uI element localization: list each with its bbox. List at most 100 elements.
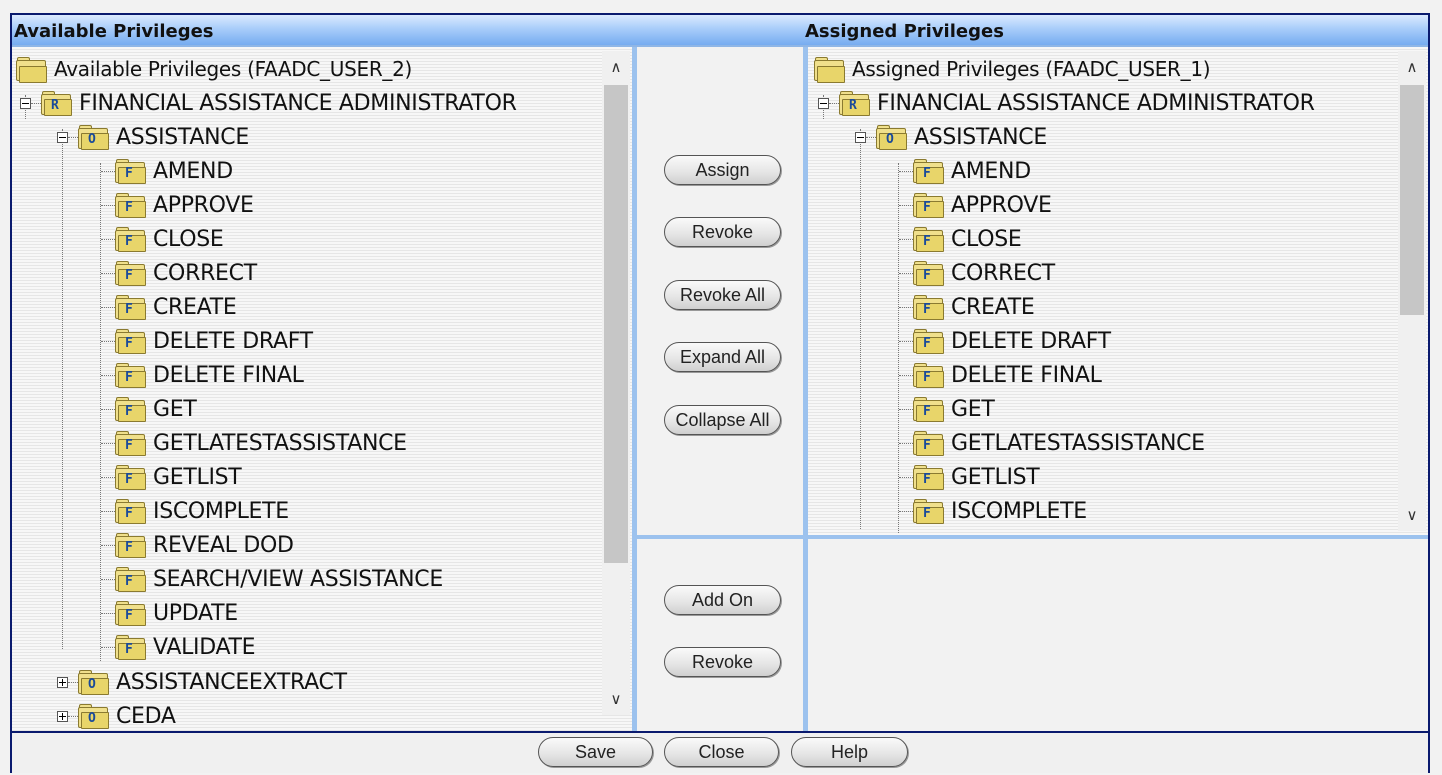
tree-function-node[interactable]: F VALIDATE [101, 630, 256, 664]
tree-function-node[interactable]: F SEARCH/VIEW ASSISTANCE [101, 562, 443, 596]
tree-object-node[interactable]: O ASSISTANCE [57, 120, 249, 154]
tree-object-node[interactable]: O CEDA [57, 699, 176, 731]
help-button[interactable]: Help [791, 737, 908, 767]
tree-function-node[interactable]: F CREATE [101, 290, 237, 324]
assigned-tree[interactable]: Assigned Privileges (FAADC_USER_1) R FIN… [810, 51, 1398, 533]
tree-function-node[interactable]: F CORRECT [899, 256, 1055, 290]
revoke-all-button[interactable]: Revoke All [664, 280, 781, 310]
scrollbar-thumb[interactable] [1400, 85, 1424, 315]
tree-function-node[interactable]: F GETLIST [101, 460, 242, 494]
right-divider [803, 47, 808, 731]
collapse-icon[interactable] [57, 131, 68, 143]
save-button[interactable]: Save [538, 737, 653, 767]
tree-function-node[interactable]: F ISCOMPLETE [899, 494, 1087, 528]
tree-connector [31, 102, 41, 104]
collapse-icon[interactable] [20, 97, 31, 109]
function-label: DELETE DRAFT [153, 328, 313, 354]
function-folder-icon: F [115, 533, 146, 558]
tree-function-node[interactable]: F DELETE DRAFT [101, 324, 313, 358]
function-label: REVEAL DOD [153, 532, 294, 558]
left-divider [632, 47, 637, 731]
revoke-button[interactable]: Revoke [664, 217, 781, 247]
tree-connector [101, 340, 115, 342]
scroll-down-icon[interactable]: ∨ [1398, 503, 1426, 527]
tree-function-node[interactable]: F CREATE [899, 290, 1035, 324]
tree-connector [101, 204, 115, 206]
function-folder-icon: F [115, 499, 146, 524]
function-label: ISCOMPLETE [951, 498, 1087, 524]
tree-connector [101, 476, 115, 478]
tree-function-node[interactable]: F GET [899, 392, 995, 426]
tree-connector [101, 612, 115, 614]
tree-function-node[interactable]: F APPROVE [101, 188, 254, 222]
tree-function-node[interactable]: F CLOSE [899, 222, 1022, 256]
expand-all-button[interactable]: Expand All [664, 342, 781, 372]
tree-role-node[interactable]: R FINANCIAL ASSISTANCE ADMINISTRATOR [20, 86, 517, 120]
function-label: AMEND [153, 158, 233, 184]
function-folder-icon: F [913, 363, 944, 388]
collapse-icon[interactable] [818, 97, 829, 109]
tree-function-node[interactable]: F AMEND [899, 154, 1031, 188]
tree-function-node[interactable]: F REVEAL DOD [101, 528, 294, 562]
tree-function-node[interactable]: F DELETE FINAL [899, 358, 1102, 392]
role-label: FINANCIAL ASSISTANCE ADMINISTRATOR [877, 90, 1315, 116]
tree-root[interactable]: Available Privileges (FAADC_USER_2) [16, 52, 412, 86]
function-label: CORRECT [153, 260, 257, 286]
function-label: CORRECT [951, 260, 1055, 286]
open-folder-icon [814, 57, 845, 83]
add-on-button[interactable]: Add On [664, 585, 781, 615]
tree-connector [68, 681, 78, 683]
close-button[interactable]: Close [664, 737, 779, 767]
tree-root-label: Available Privileges (FAADC_USER_2) [54, 57, 413, 81]
tree-function-node[interactable]: F CLOSE [101, 222, 224, 256]
object-folder-icon: O [78, 125, 109, 150]
function-label: DELETE DRAFT [951, 328, 1111, 354]
tree-function-node[interactable]: F GET [101, 392, 197, 426]
scrollbar-thumb[interactable] [604, 85, 628, 563]
function-label: VALIDATE [153, 634, 256, 660]
scroll-up-icon[interactable]: ∧ [602, 55, 630, 79]
tree-function-node[interactable]: F ISCOMPLETE [101, 494, 289, 528]
tree-connector [860, 129, 861, 529]
tree-function-node[interactable]: F GETLATESTASSISTANCE [899, 426, 1205, 460]
available-tree[interactable]: Available Privileges (FAADC_USER_2) R FI… [12, 51, 602, 731]
collapse-all-button[interactable]: Collapse All [664, 405, 781, 435]
expand-icon[interactable] [57, 710, 68, 722]
tree-connector [899, 272, 913, 274]
role-folder-icon: R [839, 91, 870, 116]
tree-function-node[interactable]: F GETLATESTASSISTANCE [101, 426, 407, 460]
function-folder-icon: F [115, 635, 146, 660]
tree-object-node[interactable]: O ASSISTANCE [855, 120, 1047, 154]
tree-function-node[interactable]: F CORRECT [101, 256, 257, 290]
tree-function-node[interactable]: F DELETE DRAFT [899, 324, 1111, 358]
object-folder-icon: O [876, 125, 907, 150]
tree-function-node[interactable]: F AMEND [101, 154, 233, 188]
scroll-down-icon[interactable]: ∨ [602, 687, 630, 711]
available-privileges-title: Available Privileges [14, 21, 214, 42]
function-label: GET [153, 396, 197, 422]
tree-function-node[interactable]: F GETLIST [899, 460, 1040, 494]
revoke-add-on-button[interactable]: Revoke [664, 647, 781, 677]
tree-object-node[interactable]: O ASSISTANCEEXTRACT [57, 665, 347, 699]
available-scrollbar[interactable]: ∧ ∨ [602, 51, 630, 715]
tree-connector [101, 578, 115, 580]
scroll-up-icon[interactable]: ∧ [1398, 55, 1426, 79]
tree-connector [899, 170, 913, 172]
footer-bar: Save Close Help [12, 731, 1428, 773]
tree-function-node[interactable]: F APPROVE [899, 188, 1052, 222]
assigned-scrollbar[interactable]: ∧ ∨ [1398, 51, 1426, 531]
collapse-icon[interactable] [855, 131, 866, 143]
function-folder-icon: F [913, 193, 944, 218]
tree-role-node[interactable]: R FINANCIAL ASSISTANCE ADMINISTRATOR [818, 86, 1315, 120]
assign-button[interactable]: Assign [664, 155, 781, 185]
tree-connector [899, 306, 913, 308]
function-folder-icon: F [115, 465, 146, 490]
tree-root[interactable]: Assigned Privileges (FAADC_USER_1) [814, 52, 1211, 86]
tree-connector [68, 715, 78, 717]
tree-function-node[interactable]: F DELETE FINAL [101, 358, 304, 392]
tree-connector [101, 408, 115, 410]
tree-function-node[interactable]: F UPDATE [101, 596, 238, 630]
expand-icon[interactable] [57, 676, 68, 688]
function-label: CLOSE [153, 226, 224, 252]
function-folder-icon: F [115, 431, 146, 456]
